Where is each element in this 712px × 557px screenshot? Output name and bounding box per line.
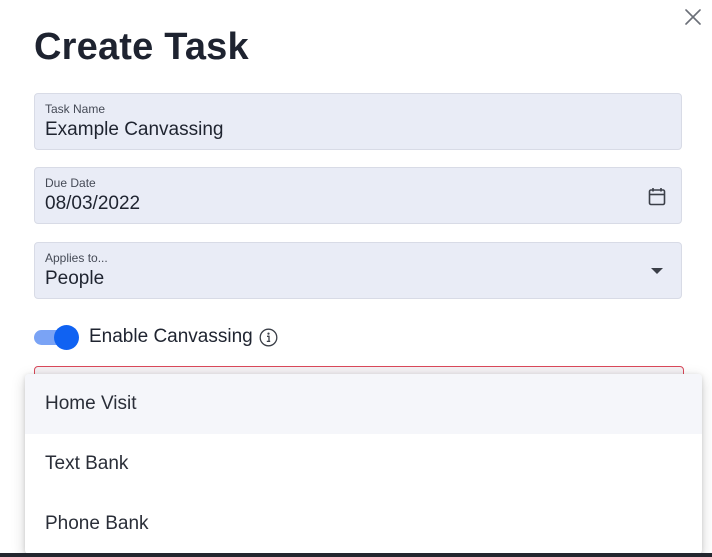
- canvass-type-menu: Home Visit Text Bank Phone Bank: [25, 374, 702, 554]
- calendar-icon: [648, 187, 666, 205]
- enable-canvassing-label: Enable Canvassing: [89, 326, 253, 347]
- task-name-field[interactable]: Task Name Example Canvassing: [34, 93, 682, 150]
- applies-to-value: People: [45, 268, 105, 289]
- enable-canvassing-toggle[interactable]: [34, 323, 80, 351]
- dialog-title: Create Task: [34, 26, 249, 68]
- applies-to-dropdown-toggle[interactable]: [647, 261, 667, 281]
- calendar-button[interactable]: [647, 186, 667, 206]
- close-icon: [685, 9, 701, 25]
- window-bottom-edge: [0, 553, 712, 557]
- dropdown-arrow-icon: [651, 268, 663, 274]
- info-icon: [259, 328, 278, 346]
- due-date-label: Due Date: [45, 176, 96, 190]
- canvassing-toggle-row: Enable Canvassing: [34, 322, 279, 352]
- due-date-field[interactable]: Due Date 08/03/2022: [34, 167, 682, 224]
- applies-to-label: Applies to...: [45, 251, 108, 265]
- menu-option-text-bank[interactable]: Text Bank: [25, 434, 702, 494]
- create-task-dialog: Create Task Task Name Example Canvassing…: [0, 0, 712, 557]
- task-name-value[interactable]: Example Canvassing: [45, 119, 223, 141]
- task-name-label: Task Name: [45, 102, 106, 116]
- info-button[interactable]: [259, 327, 279, 347]
- close-button[interactable]: [682, 6, 704, 28]
- toggle-thumb: [54, 325, 79, 350]
- applies-to-select[interactable]: Applies to... People: [34, 242, 682, 299]
- due-date-value[interactable]: 08/03/2022: [45, 193, 140, 215]
- menu-option-home-visit[interactable]: Home Visit: [25, 374, 702, 434]
- menu-option-phone-bank[interactable]: Phone Bank: [25, 494, 702, 554]
